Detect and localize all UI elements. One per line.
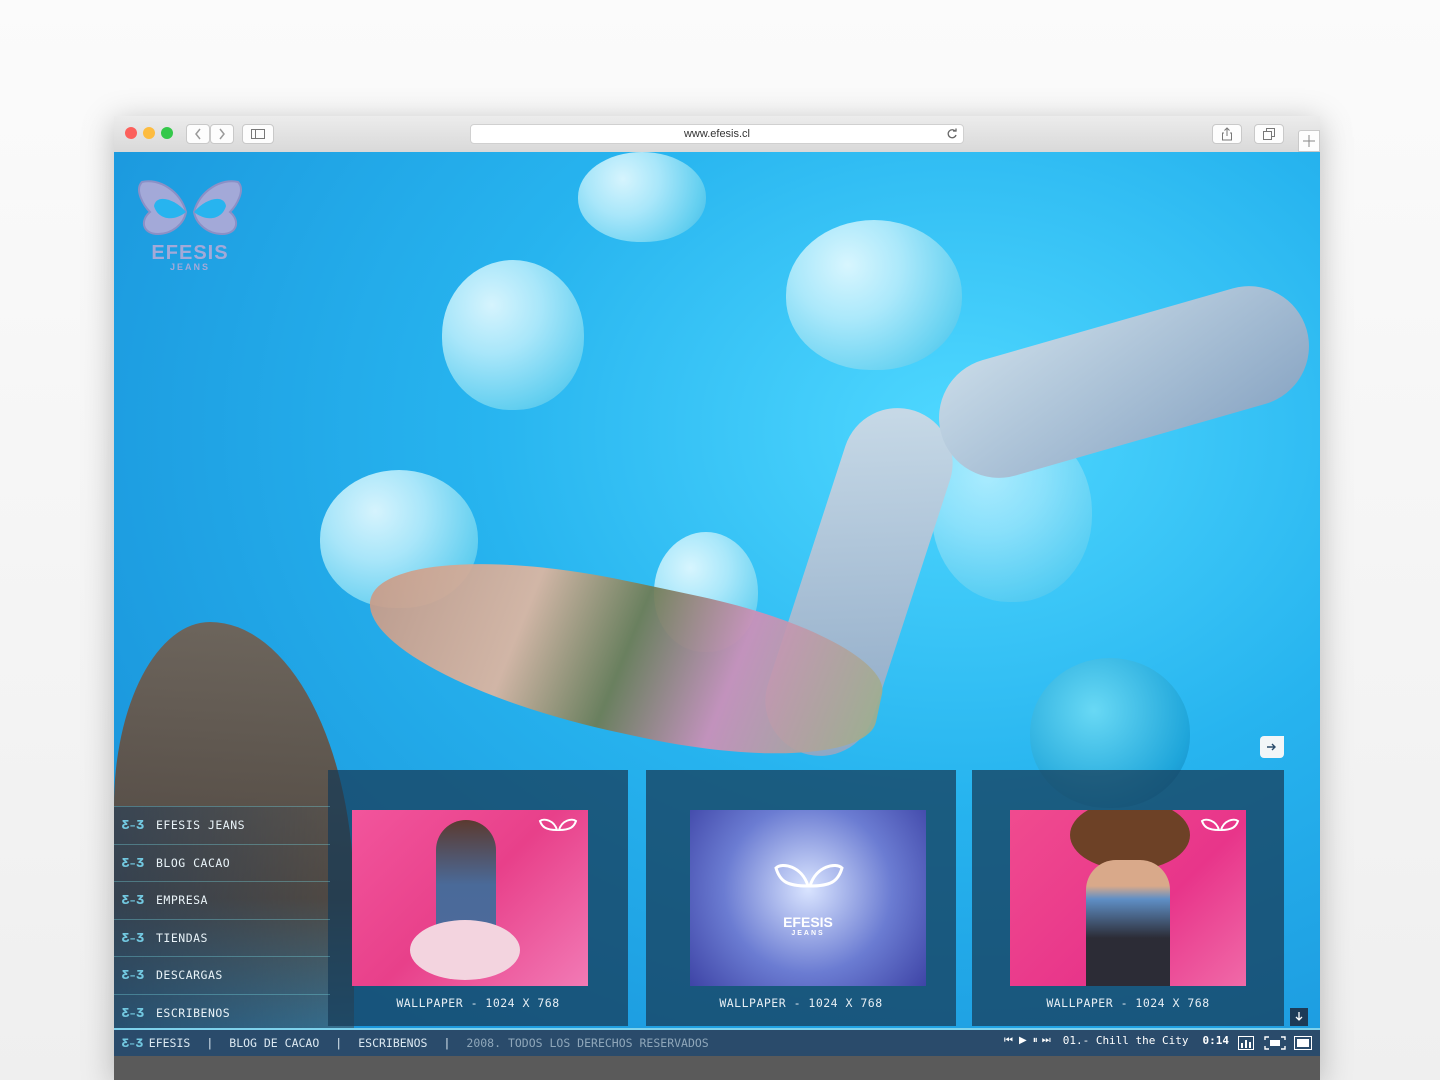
next-slide-button[interactable] — [1260, 736, 1284, 758]
logo-sub-text: JEANS — [791, 930, 825, 937]
tabs-overview-button[interactable] — [1254, 124, 1284, 144]
efesis-logo-small — [774, 863, 844, 888]
scroll-down-button[interactable] — [1290, 1008, 1308, 1026]
track-title: 01.- Chill the City — [1062, 1034, 1189, 1047]
window-mode-icon[interactable] — [1294, 1036, 1312, 1050]
arrow-right-icon — [1267, 743, 1276, 751]
wallpaper-caption: WALLPAPER - 1024 X 768 — [396, 996, 560, 1010]
wallpaper-panel: EFESIS JEANS WALLPAPER - 1024 X 768 — [646, 770, 956, 1026]
footer-separator: | — [443, 1036, 451, 1050]
nav-item-label: EFESIS JEANS — [156, 818, 246, 833]
butterfly-icon: Ƹ̵Ʒ — [122, 968, 144, 983]
efesis-logo-small — [538, 818, 578, 832]
wallpaper-panel: WALLPAPER - 1024 X 768 — [972, 770, 1284, 1026]
nav-item-label: EMPRESA — [156, 893, 208, 908]
next-track-icon[interactable]: ⏭ — [1042, 1035, 1051, 1046]
model-skirt-image — [410, 920, 520, 980]
music-player: ⏮ ▶ ⏸ ⏭ 01.- Chill the City 0:14 — [1004, 1034, 1229, 1047]
wallpaper-thumbnail[interactable] — [352, 810, 588, 986]
balloon-image — [442, 260, 584, 410]
share-icon — [1222, 127, 1232, 141]
reload-icon[interactable] — [946, 128, 958, 140]
footer-separator: | — [206, 1036, 214, 1050]
bottom-bar — [114, 1056, 1320, 1080]
track-time: 0:14 — [1202, 1034, 1230, 1047]
browser-toolbar: www.efesis.cl — [114, 116, 1320, 153]
wallpaper-caption: WALLPAPER - 1024 X 768 — [719, 996, 883, 1010]
nav-item-label: ESCRIBENOS — [156, 1005, 231, 1020]
wallpaper-thumbnail[interactable]: EFESIS JEANS — [690, 810, 926, 986]
previous-track-icon[interactable]: ⏮ — [1004, 1035, 1013, 1046]
footer-link-blog[interactable]: BLOG DE CACAO — [229, 1036, 319, 1050]
tabs-icon — [1263, 128, 1275, 140]
wallpaper-thumbnail[interactable] — [1010, 810, 1246, 986]
nav-item-label: DESCARGAS — [156, 968, 223, 983]
butterfly-icon: Ƹ̵Ʒ — [122, 1036, 143, 1050]
minimize-window-button[interactable] — [143, 127, 155, 139]
butterfly-icon: Ƹ̵Ʒ — [122, 855, 144, 870]
fullscreen-icon[interactable] — [1264, 1036, 1286, 1050]
balloon-image — [578, 152, 706, 242]
nav-item-descargas[interactable]: Ƹ̵Ʒ DESCARGAS — [114, 956, 330, 994]
butterfly-icon: Ƹ̵Ʒ — [122, 818, 144, 833]
site-footer: Ƹ̵Ʒ EFESIS | BLOG DE CACAO | ESCRIBENOS … — [114, 1028, 1320, 1056]
arrow-down-icon — [1295, 1012, 1303, 1021]
sidebar-icon — [251, 129, 265, 139]
model-leg-image — [924, 271, 1320, 493]
copyright-text: 2008. TODOS LOS DERECHOS RESERVADOS — [466, 1036, 709, 1050]
wallpaper-caption: WALLPAPER - 1024 X 768 — [1046, 996, 1210, 1010]
footer-link-efesis[interactable]: EFESIS — [149, 1036, 191, 1050]
footer-link-escribenos[interactable]: ESCRIBENOS — [358, 1036, 427, 1050]
butterfly-icon: Ƹ̵Ʒ — [122, 1005, 144, 1020]
butterfly-icon: Ƹ̵Ʒ — [122, 893, 144, 908]
forward-button[interactable] — [210, 124, 234, 144]
sidebar-toggle-button[interactable] — [242, 124, 274, 144]
efesis-logo-small — [1200, 818, 1240, 832]
model-figure-image — [1086, 860, 1170, 986]
nav-item-tiendas[interactable]: Ƹ̵Ʒ TIENDAS — [114, 918, 330, 956]
nav-item-label: BLOG CACAO — [156, 855, 231, 870]
play-icon[interactable]: ▶ — [1019, 1035, 1027, 1046]
butterfly-icon: Ƹ̵Ʒ — [122, 930, 144, 945]
nav-item-empresa[interactable]: Ƹ̵Ʒ EMPRESA — [114, 881, 330, 919]
footer-separator: | — [335, 1036, 343, 1050]
address-bar[interactable]: www.efesis.cl — [470, 124, 964, 144]
wallpaper-panel: WALLPAPER - 1024 X 768 — [328, 770, 628, 1026]
chevron-right-icon — [219, 128, 225, 140]
back-button[interactable] — [186, 124, 210, 144]
zoom-window-button[interactable] — [161, 127, 173, 139]
nav-item-efesis-jeans[interactable]: Ƹ̵Ʒ EFESIS JEANS — [114, 806, 330, 844]
chevron-left-icon — [195, 128, 201, 140]
share-button[interactable] — [1212, 124, 1242, 144]
balloon-image — [786, 220, 962, 370]
plus-icon — [1303, 135, 1315, 147]
url-text: www.efesis.cl — [683, 128, 751, 140]
website-stage: EFESIS JEANS WALLPAPER - 1024 X 768 EFES… — [114, 152, 1320, 1080]
pause-icon[interactable]: ⏸ — [1033, 1035, 1038, 1046]
site-nav: Ƹ̵Ʒ EFESIS JEANS Ƹ̵Ʒ BLOG CACAO Ƹ̵Ʒ EMPRESA… — [114, 806, 330, 1031]
browser-window: www.efesis.cl EFESIS JEANS WALLPAPER - 1… — [114, 116, 1320, 1080]
logo-sub-text: JEANS — [169, 262, 210, 272]
nav-item-label: TIENDAS — [156, 930, 208, 945]
new-tab-button[interactable] — [1298, 130, 1320, 152]
close-window-button[interactable] — [125, 127, 137, 139]
nav-item-blog-cacao[interactable]: Ƹ̵Ʒ BLOG CACAO — [114, 843, 330, 881]
logo-brand-text: EFESIS — [783, 914, 833, 930]
nav-item-escribenos[interactable]: Ƹ̵Ʒ ESCRIBENOS — [114, 993, 330, 1031]
equalizer-icon[interactable] — [1238, 1036, 1254, 1050]
